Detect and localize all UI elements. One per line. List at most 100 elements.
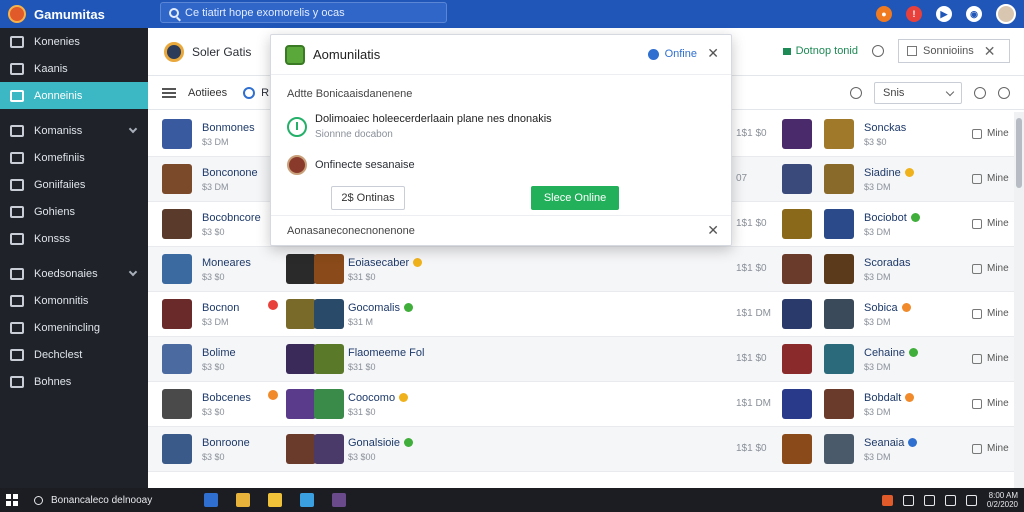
- secondary-button[interactable]: 2$ Ontinas: [331, 186, 405, 210]
- game-name[interactable]: Coocomo: [348, 392, 409, 404]
- sidebar-item-5[interactable]: Goniifaiies: [0, 171, 148, 198]
- table-row[interactable]: Moneares $3 $0 Eoiasecaber $31 $0 1$1 $0 Scor…: [148, 247, 1014, 292]
- table-row[interactable]: Bonroone $3 $0 Gonalsioie $3 $00 1$1 $0 Seana…: [148, 427, 1014, 472]
- sidebar-item-7[interactable]: Konsss: [0, 225, 148, 252]
- game-name[interactable]: Bobcenes: [202, 392, 251, 404]
- game-thumbnail[interactable]: [782, 254, 812, 284]
- edge-icon[interactable]: [204, 493, 218, 507]
- notification-icon[interactable]: !: [906, 6, 922, 22]
- search-input[interactable]: Ce tiatirt hope exomorelis y ocas: [160, 2, 447, 23]
- sort-select[interactable]: Snis: [874, 82, 962, 104]
- game-thumbnail[interactable]: [162, 299, 192, 329]
- more-button[interactable]: Mine: [972, 443, 1009, 454]
- game-thumbnail[interactable]: [782, 389, 812, 419]
- game-thumbnail[interactable]: [782, 344, 812, 374]
- game-name[interactable]: Gocomalis: [348, 302, 413, 314]
- game-thumbnail[interactable]: [162, 119, 192, 149]
- game-name[interactable]: Scoradas: [864, 257, 910, 269]
- refresh-icon[interactable]: [974, 87, 986, 99]
- app-tray-icon[interactable]: [881, 494, 893, 506]
- more-button[interactable]: Mine: [972, 398, 1009, 409]
- game-thumbnail[interactable]: [782, 119, 812, 149]
- notification-icon[interactable]: [902, 494, 914, 506]
- game-thumbnail[interactable]: [824, 434, 854, 464]
- game-name[interactable]: Bociobot: [864, 212, 920, 224]
- search-icon[interactable]: [243, 86, 256, 99]
- game-name[interactable]: Flaomeeme Fol: [348, 347, 424, 359]
- more-button[interactable]: Mine: [972, 218, 1009, 229]
- info-icon[interactable]: [872, 45, 884, 57]
- game-thumbnail[interactable]: [286, 344, 316, 374]
- game-name[interactable]: Bonconone: [202, 167, 258, 179]
- game-name[interactable]: Bobdalt: [864, 392, 915, 404]
- folder-icon[interactable]: [236, 493, 250, 507]
- game-thumbnail[interactable]: [824, 299, 854, 329]
- windows-start-icon[interactable]: [6, 494, 18, 506]
- game-name[interactable]: Bonmones: [202, 122, 255, 134]
- table-row[interactable]: Bobcenes $3 $0 Coocomo $31 $0 1$1 DM Bobdalt $…: [148, 382, 1014, 427]
- sidebar-item-3[interactable]: Komaniss: [0, 117, 148, 144]
- game-name[interactable]: Bocobncore: [202, 212, 261, 224]
- primary-button[interactable]: Slece Online: [531, 186, 619, 210]
- sidebar-item-8[interactable]: Koedsonaies: [0, 260, 148, 287]
- game-thumbnail[interactable]: [824, 209, 854, 239]
- game-thumbnail[interactable]: [824, 119, 854, 149]
- more-button[interactable]: Mine: [972, 173, 1009, 184]
- menu-icon[interactable]: [162, 87, 176, 98]
- header-dropdown[interactable]: Sonnioiins ✕: [898, 39, 1010, 63]
- explorer-icon[interactable]: [268, 493, 282, 507]
- network-icon[interactable]: [944, 494, 956, 506]
- close-icon[interactable]: ✕: [707, 45, 719, 62]
- game-thumbnail[interactable]: [286, 434, 316, 464]
- game-name[interactable]: Sobica: [864, 302, 911, 314]
- game-name[interactable]: Bolime: [202, 347, 236, 359]
- game-thumbnail[interactable]: [782, 164, 812, 194]
- display-icon[interactable]: [923, 494, 935, 506]
- sidebar-item-6[interactable]: Gohiens: [0, 198, 148, 225]
- game-thumbnail[interactable]: [824, 254, 854, 284]
- game-thumbnail[interactable]: [314, 299, 344, 329]
- header-link[interactable]: Dotnop tonid: [782, 45, 858, 57]
- game-thumbnail[interactable]: [162, 164, 192, 194]
- game-thumbnail[interactable]: [162, 434, 192, 464]
- sidebar-item-2[interactable]: Aonneinis: [0, 82, 148, 109]
- more-button[interactable]: Mine: [972, 128, 1009, 139]
- game-thumbnail[interactable]: [314, 254, 344, 284]
- volume-icon[interactable]: [965, 494, 977, 506]
- game-thumbnail[interactable]: [824, 164, 854, 194]
- play-icon[interactable]: ▶: [936, 6, 952, 22]
- user-avatar[interactable]: [996, 4, 1016, 24]
- game-name[interactable]: Bonroone: [202, 437, 250, 449]
- game-thumbnail[interactable]: [782, 434, 812, 464]
- more-icon[interactable]: [998, 87, 1010, 99]
- game-thumbnail[interactable]: [782, 299, 812, 329]
- game-icon[interactable]: [332, 493, 346, 507]
- game-name[interactable]: Bocnon: [202, 302, 239, 314]
- game-name[interactable]: Moneares: [202, 257, 251, 269]
- brand[interactable]: Gamumitas: [0, 5, 150, 23]
- sidebar-item-4[interactable]: Komefiniis: [0, 144, 148, 171]
- sidebar-item-10[interactable]: Komenincling: [0, 314, 148, 341]
- close-icon[interactable]: ✕: [984, 43, 996, 60]
- game-thumbnail[interactable]: [286, 299, 316, 329]
- clock[interactable]: 8:00 AM 0/2/2020: [987, 491, 1018, 509]
- sidebar-item-11[interactable]: Dechclest: [0, 341, 148, 368]
- game-thumbnail[interactable]: [314, 389, 344, 419]
- fire-icon[interactable]: ●: [876, 6, 892, 22]
- sidebar-item-0[interactable]: Konenies: [0, 28, 148, 55]
- more-button[interactable]: Mine: [972, 308, 1009, 319]
- chevron-down-icon[interactable]: [128, 124, 138, 134]
- game-thumbnail[interactable]: [286, 389, 316, 419]
- game-name[interactable]: Sonckas: [864, 122, 906, 134]
- game-name[interactable]: Gonalsioie: [348, 437, 413, 449]
- game-name[interactable]: Seanaia: [864, 437, 918, 449]
- more-button[interactable]: Mine: [972, 263, 1009, 274]
- game-thumbnail[interactable]: [162, 209, 192, 239]
- taskbar-search[interactable]: Bonancaleco delnooay: [34, 495, 184, 506]
- game-thumbnail[interactable]: [824, 389, 854, 419]
- game-name[interactable]: Siadine: [864, 167, 914, 179]
- game-name[interactable]: Cehaine: [864, 347, 918, 359]
- table-row[interactable]: Bolime $3 $0 Flaomeeme Fol $31 $0 1$1 $0 Ceha…: [148, 337, 1014, 382]
- more-button[interactable]: Mine: [972, 353, 1009, 364]
- game-thumbnail[interactable]: [162, 254, 192, 284]
